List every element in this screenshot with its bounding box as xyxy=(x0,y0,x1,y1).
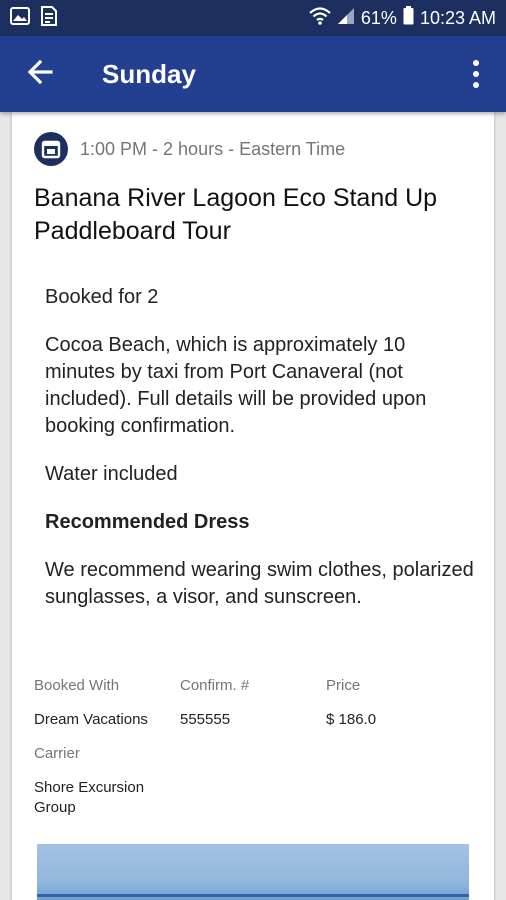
dress-text: We recommend wearing swim clothes, polar… xyxy=(45,559,474,608)
image-icon xyxy=(10,6,30,30)
status-bar: 61% 10:23 AM xyxy=(0,0,506,36)
battery-icon xyxy=(403,6,414,30)
booked-with-label: Booked With xyxy=(34,677,120,694)
signal-icon xyxy=(337,7,355,30)
wifi-icon xyxy=(309,6,331,30)
photo-horizon xyxy=(37,894,469,897)
event-card: 1:00 PM - 2 hours - Eastern Time Banana … xyxy=(12,112,494,900)
clock-time: 10:23 AM xyxy=(419,7,496,28)
arrow-left-icon xyxy=(27,59,53,90)
page-title: Sunday xyxy=(102,58,196,89)
event-time-row: 1:00 PM - 2 hours - Eastern Time xyxy=(34,132,345,166)
booked-for-text: Booked for 2 xyxy=(45,286,159,308)
event-title: Banana River Lagoon Eco Stand Up Paddleb… xyxy=(34,184,438,245)
price-label: Price xyxy=(326,677,361,694)
status-right: 61% 10:23 AM xyxy=(309,6,496,30)
booked-with-value: Dream Vacations xyxy=(34,711,148,728)
location-note: Cocoa Beach, which is approximately 10 m… xyxy=(45,334,427,437)
confirm-label: Confirm. # xyxy=(180,677,250,694)
more-vertical-icon-dot xyxy=(473,82,479,88)
calendar-icon xyxy=(34,132,68,166)
event-time: 1:00 PM - 2 hours - Eastern Time xyxy=(80,138,346,159)
more-vertical-icon xyxy=(473,60,479,66)
app-bar: Sunday xyxy=(0,36,506,112)
carrier-value: Shore Excursion Group xyxy=(34,779,145,816)
price-value: $ 186.0 xyxy=(326,711,377,728)
more-vertical-icon-dot xyxy=(473,71,479,77)
event-details: Booked for 2 Cocoa Beach, which is appro… xyxy=(45,284,475,632)
carrier-label: Carrier xyxy=(34,745,80,762)
tour-photo xyxy=(37,844,469,900)
document-icon xyxy=(40,5,58,31)
more-options-button[interactable] xyxy=(446,36,506,112)
status-left-icons xyxy=(10,5,58,31)
battery-percent: 61% xyxy=(360,7,397,28)
back-button[interactable] xyxy=(0,36,80,112)
dress-heading: Recommended Dress xyxy=(45,511,250,533)
inclusions-text: Water included xyxy=(45,463,178,485)
confirm-value: 555555 xyxy=(180,711,231,728)
